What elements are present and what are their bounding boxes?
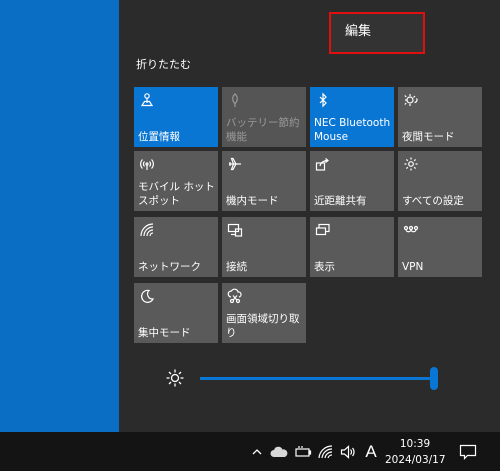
action-center: 編集 折りたたむ 位置情報 バッテリー節約機能 NEC Bluetooth Mo… [119, 0, 500, 432]
clock-date: 2024/03/17 [385, 454, 446, 466]
volume-icon[interactable] [339, 432, 357, 471]
wifi-icon[interactable] [317, 432, 335, 471]
edit-button[interactable]: 編集 [329, 12, 425, 54]
tile-label: 位置情報 [138, 131, 180, 143]
tile-label: 機内モード [226, 195, 279, 207]
tile-label: 近距離共有 [314, 195, 367, 207]
battery-saver-icon [227, 92, 243, 108]
tile-label: 表示 [314, 261, 335, 273]
tile-label: 画面領域切り取り [226, 313, 300, 339]
tile-night-light[interactable]: 夜間モード [398, 87, 482, 147]
tile-screen-snip[interactable]: 画面領域切り取り [222, 283, 306, 343]
tile-label: モバイル ホットスポット [138, 181, 215, 207]
tile-label: すべての設定 [402, 195, 464, 207]
input-indicator[interactable]: A [362, 432, 380, 471]
tile-bluetooth[interactable]: NEC Bluetooth Mouse [310, 87, 394, 147]
project-icon [315, 222, 331, 238]
tile-label: 集中モード [138, 327, 191, 339]
clock[interactable]: 10:39 2024/03/17 [385, 436, 446, 468]
connect-icon [227, 222, 243, 238]
nearby-share-icon [315, 156, 331, 172]
location-icon [139, 92, 155, 108]
tile-label: NEC Bluetooth Mouse [314, 117, 391, 143]
mobile-hotspot-icon [139, 156, 155, 172]
cloud-icon[interactable] [269, 432, 289, 471]
moon-icon [139, 288, 155, 304]
collapse-link[interactable]: 折りたたむ [136, 56, 191, 72]
tile-label: 接続 [226, 261, 247, 273]
tile-label: バッテリー節約機能 [226, 117, 300, 143]
brightness-slider-track[interactable] [200, 377, 435, 380]
tile-label: 夜間モード [402, 131, 455, 143]
tile-mobile-hotspot[interactable]: モバイル ホットスポット [134, 151, 218, 211]
vpn-icon [403, 222, 419, 238]
screen-snip-icon [227, 288, 243, 304]
taskbar: A 10:39 2024/03/17 [0, 432, 500, 471]
airplane-icon [227, 156, 243, 172]
tile-all-settings[interactable]: すべての設定 [398, 151, 482, 211]
brightness-icon [165, 368, 185, 388]
battery-icon[interactable] [293, 432, 313, 471]
desktop-background [0, 0, 119, 432]
tile-location[interactable]: 位置情報 [134, 87, 218, 147]
tile-vpn[interactable]: VPN [398, 217, 482, 277]
tile-nearby-share[interactable]: 近距離共有 [310, 151, 394, 211]
network-icon [139, 222, 155, 238]
tile-label: VPN [402, 261, 424, 273]
tile-airplane-mode[interactable]: 機内モード [222, 151, 306, 211]
clock-time: 10:39 [399, 438, 431, 450]
night-light-icon [403, 92, 419, 108]
brightness-slider-thumb[interactable] [430, 367, 438, 390]
tile-battery-saver[interactable]: バッテリー節約機能 [222, 87, 306, 147]
tile-network[interactable]: ネットワーク [134, 217, 218, 277]
tile-connect[interactable]: 接続 [222, 217, 306, 277]
bluetooth-icon [315, 92, 331, 108]
notification-icon[interactable] [456, 432, 480, 471]
chevron-up-icon[interactable] [249, 432, 265, 471]
tile-label: ネットワーク [138, 261, 201, 273]
edit-button-label: 編集 [345, 23, 372, 39]
tile-project[interactable]: 表示 [310, 217, 394, 277]
gear-icon [403, 156, 419, 172]
tile-focus-assist[interactable]: 集中モード [134, 283, 218, 343]
